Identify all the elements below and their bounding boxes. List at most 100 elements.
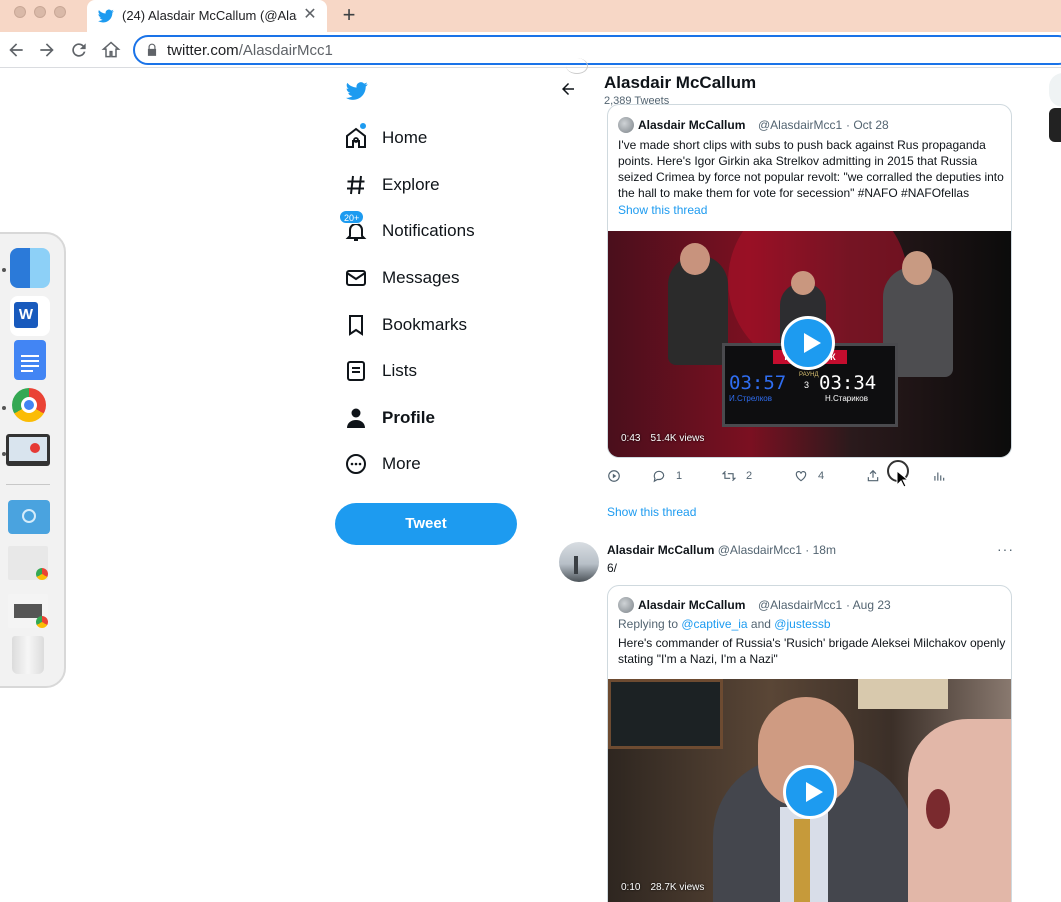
twitter-logo-icon[interactable] <box>345 80 369 102</box>
show-thread-link[interactable]: Show this thread <box>607 505 696 519</box>
play-button[interactable] <box>783 765 837 819</box>
browser-toolbar: twitter.com/AlasdairMcc1 <box>0 32 1061 68</box>
close-window-button[interactable] <box>14 6 26 18</box>
home-icon[interactable] <box>101 40 121 60</box>
wall-sign <box>858 679 948 709</box>
downloads-folder-icon[interactable] <box>8 500 50 534</box>
lock-icon <box>147 43 157 56</box>
browser-tab[interactable]: (24) Alasdair McCallum (@AlasdairMcc1 ✕ <box>87 0 327 32</box>
heart-icon <box>795 471 807 482</box>
chrome-window-thumbnail[interactable] <box>8 594 48 628</box>
reload-icon[interactable] <box>69 40 89 60</box>
back-arrow-icon[interactable] <box>559 80 577 98</box>
author-name: Alasdair McCallum <box>607 543 715 557</box>
sidebar-item-notifications[interactable]: 20+ Notifications <box>339 210 544 246</box>
show-thread-link[interactable]: Show this thread <box>618 203 707 217</box>
play-button[interactable] <box>781 316 835 370</box>
tab-close-icon[interactable]: ✕ <box>302 7 318 23</box>
google-docs-icon[interactable] <box>14 340 46 380</box>
sidebar-item-label: Notifications <box>382 221 475 240</box>
author-handle: @AlasdairMcc1 <box>717 543 802 557</box>
zoom-window-button[interactable] <box>54 6 66 18</box>
sidebar-item-profile[interactable]: Profile <box>344 403 544 433</box>
tweet-button[interactable]: Tweet <box>335 503 517 545</box>
sidebar-item-explore[interactable]: Explore <box>344 170 544 200</box>
mention-link[interactable]: @captive_ia <box>681 617 747 631</box>
avatar <box>618 597 634 613</box>
more-circle-icon <box>346 454 366 474</box>
chrome-icon[interactable] <box>12 388 46 422</box>
video-player[interactable]: ПОЕДИНОК 03:57 И.Стрелков РАУНД 3 03:34 … <box>608 231 1011 457</box>
like-count: 4 <box>818 470 825 482</box>
tweet-author: Alasdair McCallum @AlasdairMcc1 · 18m <box>607 543 836 557</box>
back-icon[interactable] <box>6 40 26 60</box>
scoreboard-right-name: Н.Стариков <box>825 394 869 403</box>
reply-count: 1 <box>676 470 683 482</box>
reply-icon <box>653 470 665 483</box>
tab-title: (24) Alasdair McCallum (@AlasdairMcc1 <box>122 8 297 23</box>
search-box-edge[interactable] <box>1049 73 1061 107</box>
screen-recorder-icon[interactable] <box>6 434 50 466</box>
word-icon[interactable]: W <box>10 296 50 336</box>
video-stats: 0:43 51.4K views <box>621 433 704 444</box>
bookmark-icon <box>349 315 363 336</box>
url-path: /AlasdairMcc1 <box>238 42 333 59</box>
sidebar-item-more[interactable]: More <box>344 449 544 479</box>
chrome-window-thumbnail[interactable] <box>8 546 48 580</box>
tweet-text: I've made short clips with subs to push … <box>618 138 1004 200</box>
share-icon <box>867 469 879 482</box>
envelope-icon <box>346 270 366 286</box>
url-text: twitter.com/AlasdairMcc1 <box>167 42 333 59</box>
analytics-icon <box>934 472 945 481</box>
retweet-icon <box>722 470 736 482</box>
scoreboard-round-label: РАУНД <box>799 372 819 378</box>
video-player[interactable]: 0:10 28.7K views <box>608 679 1011 902</box>
list-icon <box>347 361 365 381</box>
sidebar-item-label: Profile <box>382 408 435 427</box>
author-name: Alasdair McCallum <box>638 118 746 132</box>
address-bar[interactable]: twitter.com/AlasdairMcc1 <box>133 35 1061 65</box>
video-stats: 0:10 28.7K views <box>621 882 704 893</box>
avatar[interactable] <box>559 542 599 582</box>
sidebar-item-bookmarks[interactable]: Bookmarks <box>344 310 544 340</box>
quoted-tweet-card[interactable]: Alasdair McCallum @AlasdairMcc1 · Oct 28… <box>607 104 1012 458</box>
scoreboard-round-number: 3 <box>804 380 810 390</box>
replying-to: Replying to @captive_ia and @justessb <box>618 616 1006 632</box>
sidebar-item-label: Messages <box>382 268 460 287</box>
sidebar-item-messages[interactable]: Messages <box>344 263 544 293</box>
more-options-icon[interactable]: ··· <box>997 541 1014 557</box>
replying-and: and <box>747 617 775 631</box>
foreground-person <box>908 719 1011 902</box>
sidebar-item-lists[interactable]: Lists <box>344 356 544 386</box>
forward-icon[interactable] <box>37 40 57 60</box>
twitter-bird-icon <box>98 9 114 23</box>
running-indicator <box>2 268 6 272</box>
quoted-tweet-card[interactable]: Alasdair McCallum @AlasdairMcc1 · Aug 23… <box>607 585 1012 902</box>
scoreboard-left-time: 03:57 <box>729 372 787 394</box>
person-face <box>791 271 815 295</box>
wall-chalkboard <box>608 679 723 749</box>
sidebar-item-home[interactable]: Home <box>344 123 544 153</box>
finder-icon[interactable] <box>10 248 50 288</box>
scroll-indicator <box>566 58 588 74</box>
retweet-count: 2 <box>746 470 753 482</box>
sidebar-item-label: More <box>382 454 421 473</box>
minimize-window-button[interactable] <box>34 6 46 18</box>
video-duration: 0:43 <box>621 433 641 444</box>
mouse-cursor-icon <box>896 470 908 488</box>
new-tab-button[interactable]: + <box>338 4 360 26</box>
dock-divider <box>6 484 50 485</box>
person-icon <box>347 408 365 428</box>
notification-count-badge: 20+ <box>339 210 365 224</box>
scoreboard-right-time: 03:34 <box>819 372 877 394</box>
trash-icon[interactable] <box>12 636 44 674</box>
sidebar-item-label: Bookmarks <box>382 315 468 334</box>
author-handle: @AlasdairMcc1 <box>758 598 843 612</box>
right-panel-image-edge <box>1049 108 1061 142</box>
url-host: twitter.com <box>167 42 239 59</box>
tweet-time: · 18m <box>805 543 836 557</box>
replying-prefix: Replying to <box>618 617 682 631</box>
tweet-date: · Oct 28 <box>846 118 889 132</box>
mention-link[interactable]: @justessb <box>774 617 830 631</box>
play-circle-icon <box>608 470 620 482</box>
